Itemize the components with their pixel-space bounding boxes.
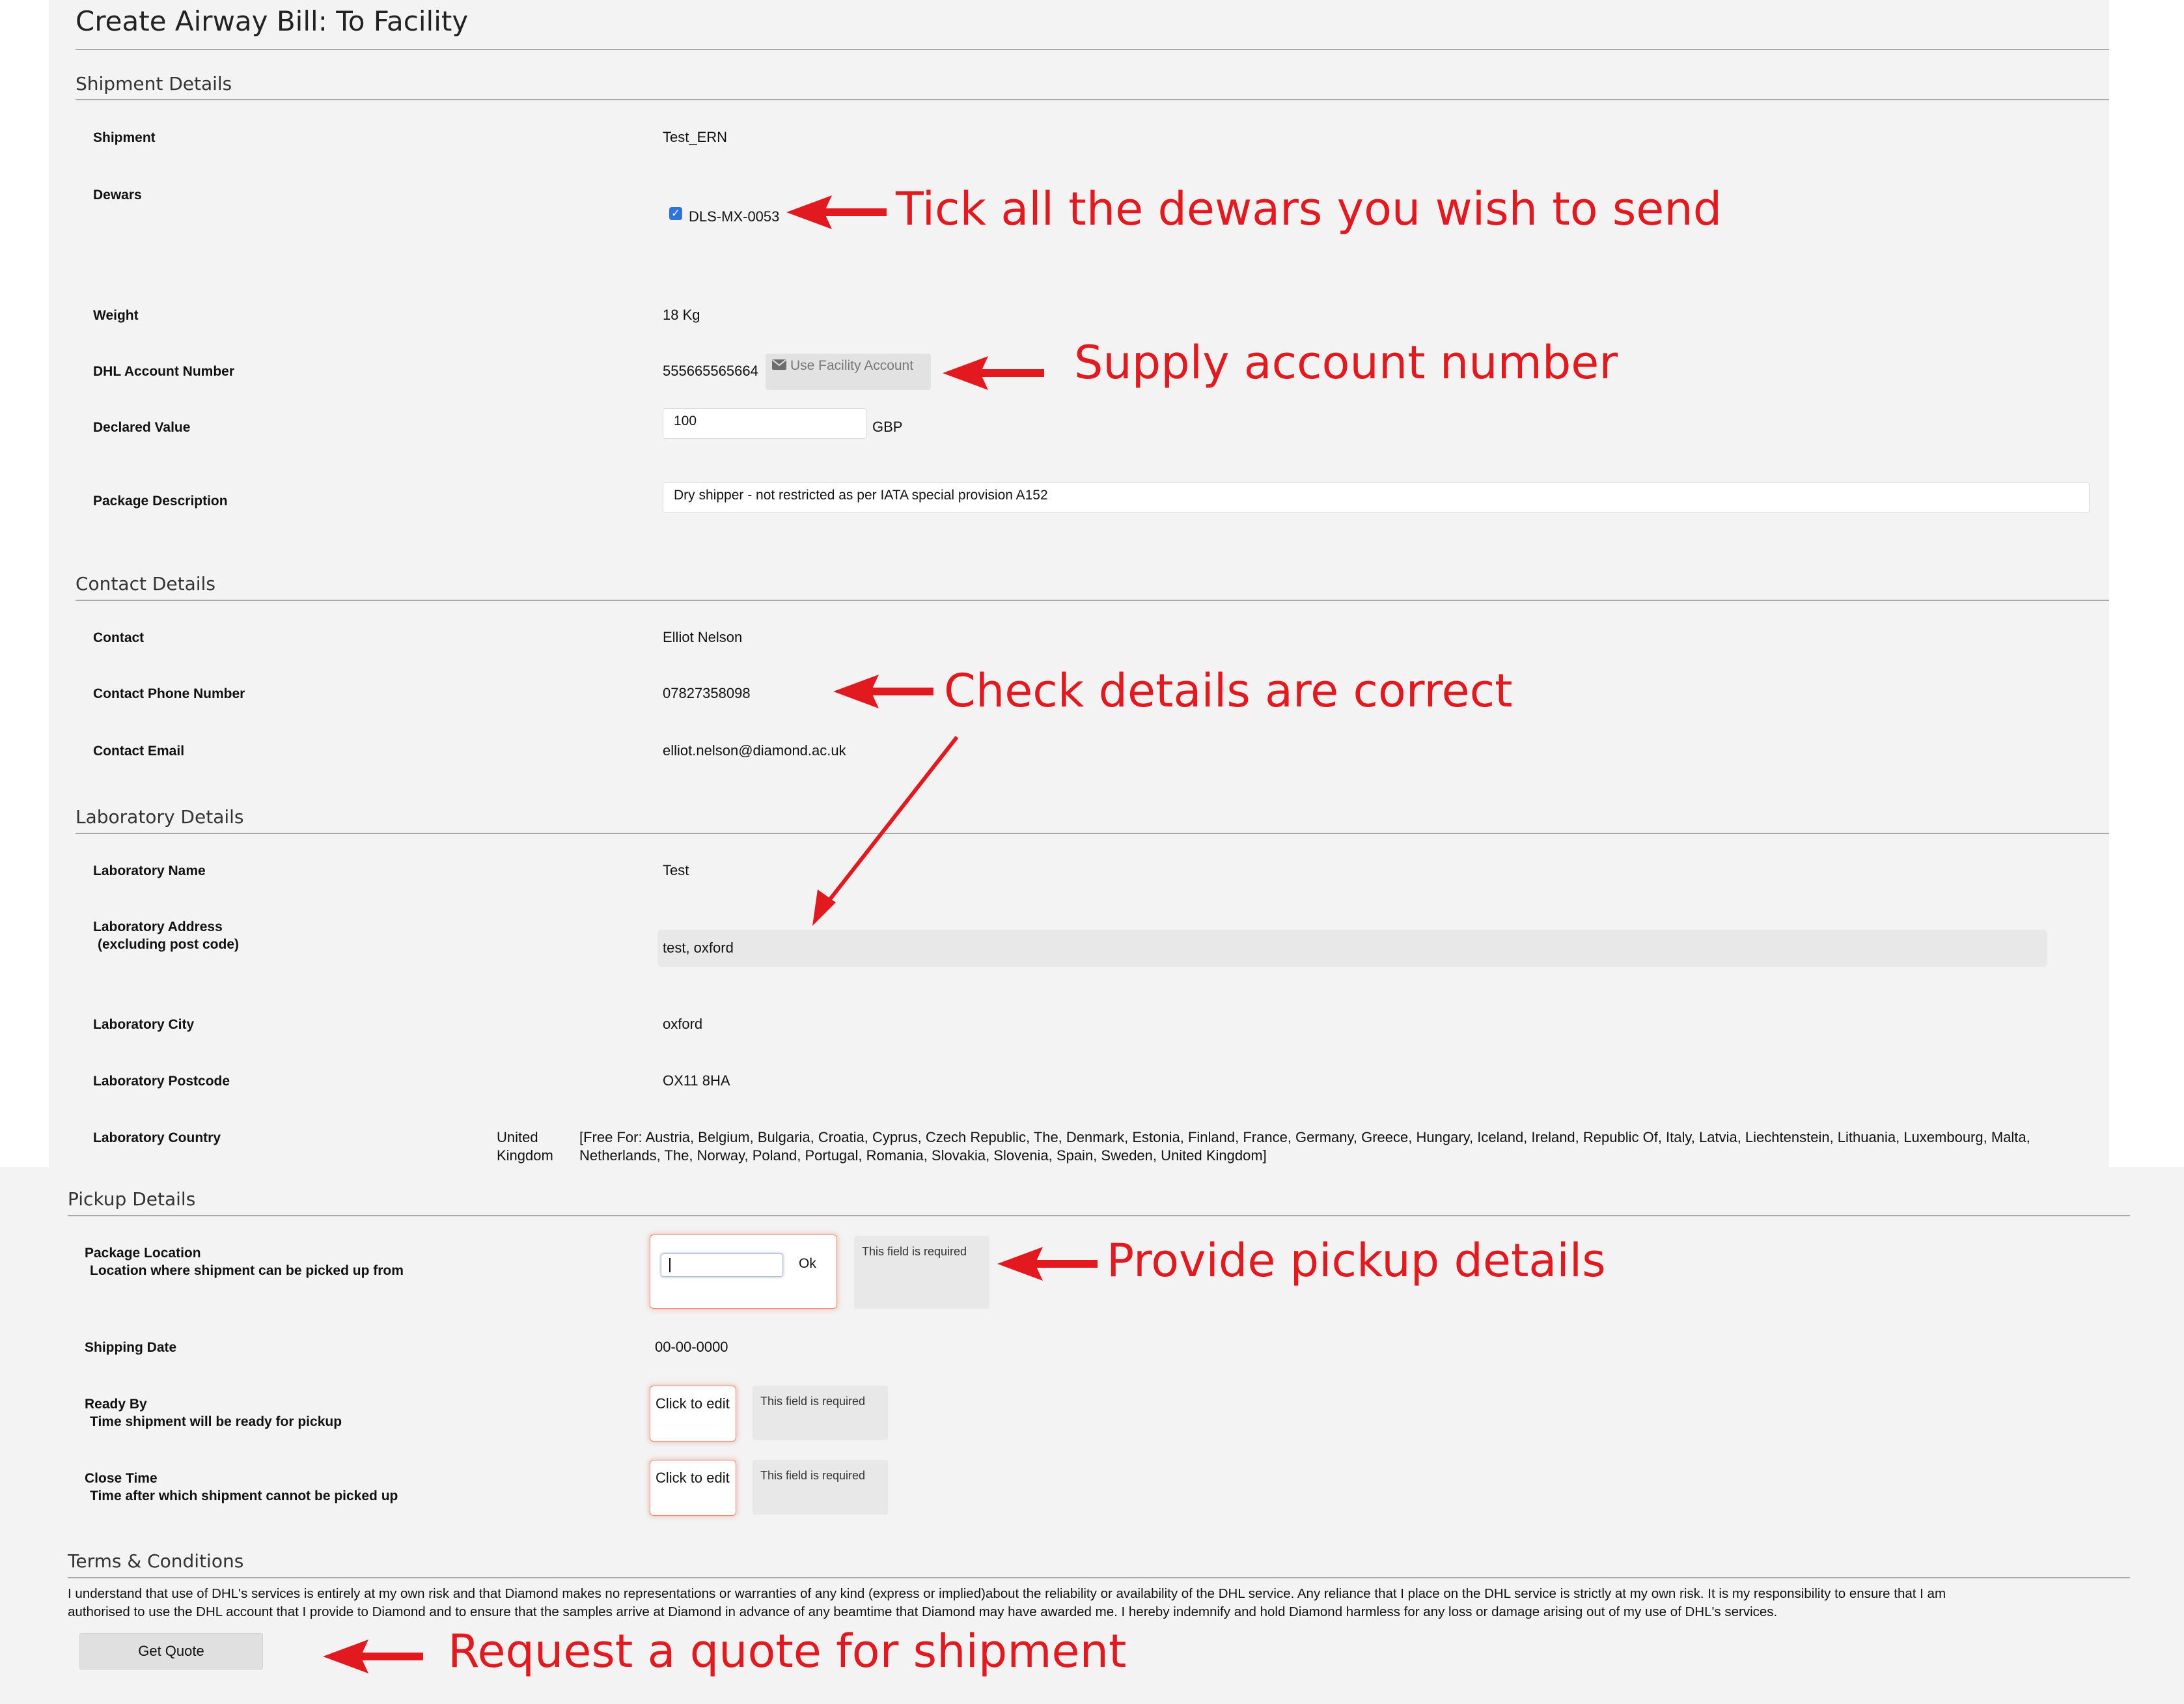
dewar-checkbox[interactable]: ✓ [669, 207, 682, 220]
contact-label: Contact [93, 630, 145, 645]
annotation-check-details: Check details are correct [944, 664, 1513, 718]
free-for-line-1: [Free For: Austria, Belgium, Bulgaria, C… [579, 1129, 2030, 1145]
laboratory-address-label-main: Laboratory Address [93, 919, 223, 934]
contact-phone-label: Contact Phone Number [93, 686, 245, 701]
annotation-pickup-details: Provide pickup details [1107, 1234, 1606, 1287]
country-line-2: Kingdom [497, 1147, 553, 1164]
section-title-terms: Terms & Conditions [68, 1550, 244, 1572]
laboratory-name-label: Laboratory Name [93, 863, 206, 878]
package-description-input[interactable]: Dry shipper - not restricted as per IATA… [663, 482, 2090, 513]
declared-value-input[interactable]: 100 [663, 408, 866, 439]
get-quote-button[interactable]: Get Quote [79, 1633, 263, 1669]
shipment-divider [76, 99, 2109, 100]
contact-value: Elliot Nelson [663, 629, 743, 645]
close-time-label: Close Time Time after which shipment can… [85, 1470, 398, 1505]
weight-value: 18 Kg [663, 307, 700, 323]
laboratory-address-sublabel: (excluding post code) [98, 937, 240, 952]
annotation-tick-dewars: Tick all the dewars you wish to send [896, 182, 1722, 236]
contact-email-label: Contact Email [93, 744, 185, 759]
annotation-supply-account: Supply account number [1074, 336, 1618, 389]
terms-divider [68, 1577, 2130, 1578]
package-location-required-tooltip: This field is required [854, 1236, 989, 1309]
dewars-label: Dewars [93, 188, 142, 203]
ready-by-required-tooltip: This field is required [753, 1386, 888, 1440]
dhl-account-value: 555665565664 [663, 363, 758, 379]
currency-label: GBP [872, 419, 903, 435]
free-for-line-2: Netherlands, The, Norway, Poland, Portug… [579, 1147, 1267, 1164]
ready-by-sublabel: Time shipment will be ready for pickup [90, 1414, 342, 1429]
ready-by-label: Ready By Time shipment will be ready for… [85, 1395, 342, 1431]
page-title: Create Airway Bill: To Facility [76, 5, 469, 37]
close-time-editor[interactable]: Click to edit [650, 1460, 736, 1516]
package-location-ok-button[interactable]: Ok [799, 1256, 816, 1272]
contact-divider [76, 600, 2109, 601]
shipping-date-label: Shipping Date [85, 1340, 177, 1355]
ready-by-label-main: Ready By [85, 1397, 147, 1412]
laboratory-city-value: oxford [663, 1016, 703, 1032]
package-location-editor: Ok [650, 1235, 837, 1309]
main-panel [49, 0, 2109, 1167]
contact-email-value: elliot.nelson@diamond.ac.uk [663, 742, 846, 759]
annotation-request-quote: Request a quote for shipment [448, 1625, 1127, 1678]
terms-line-2: authorised to use the DHL account that I… [68, 1604, 1778, 1619]
dhl-account-label: DHL Account Number [93, 364, 235, 379]
laboratory-address-field[interactable]: test, oxford [657, 930, 2047, 967]
envelope-icon [772, 356, 786, 376]
laboratory-postcode-label: Laboratory Postcode [93, 1074, 230, 1089]
laboratory-country-label: Laboratory Country [93, 1130, 221, 1145]
pickup-divider [68, 1215, 2130, 1216]
package-location-sublabel: Location where shipment can be picked up… [90, 1263, 404, 1278]
close-time-sublabel: Time after which shipment cannot be pick… [90, 1488, 398, 1503]
package-description-label: Package Description [93, 494, 228, 509]
dewar-name: DLS-MX-0053 [689, 208, 780, 225]
shipment-value: Test_ERN [663, 129, 728, 145]
laboratory-name-value: Test [663, 862, 689, 878]
country-line-1: United [497, 1129, 538, 1145]
package-location-label: Package Location Location where shipment… [85, 1244, 404, 1279]
shipment-label: Shipment [93, 130, 156, 145]
package-location-input[interactable] [661, 1253, 783, 1277]
shipping-date-value: 00-00-0000 [655, 1339, 728, 1355]
laboratory-postcode-value: OX11 8HA [663, 1072, 730, 1089]
section-title-pickup: Pickup Details [68, 1188, 196, 1210]
section-title-contact: Contact Details [76, 573, 215, 594]
terms-text: I understand that use of DHL's services … [68, 1585, 2177, 1621]
laboratory-country-value: United Kingdom [497, 1128, 553, 1165]
use-facility-account-label: Use Facility Account [790, 358, 914, 373]
laboratory-address-label: Laboratory Address (excluding post code) [93, 918, 239, 953]
ready-by-click-to-edit[interactable]: Click to edit [656, 1395, 730, 1412]
free-for-countries: [Free For: Austria, Belgium, Bulgaria, C… [579, 1128, 2096, 1165]
text-cursor [669, 1258, 670, 1272]
laboratory-city-label: Laboratory City [93, 1017, 195, 1032]
contact-phone-value: 07827358098 [663, 685, 751, 701]
section-title-laboratory: Laboratory Details [76, 806, 244, 828]
weight-label: Weight [93, 308, 139, 323]
declared-value-label: Declared Value [93, 420, 191, 435]
terms-line-1: I understand that use of DHL's services … [68, 1586, 1946, 1601]
close-time-required-tooltip: This field is required [753, 1460, 888, 1515]
close-time-label-main: Close Time [85, 1471, 158, 1486]
laboratory-divider [76, 833, 2109, 834]
close-time-click-to-edit[interactable]: Click to edit [656, 1470, 730, 1487]
package-location-label-main: Package Location [85, 1246, 201, 1261]
section-title-shipment: Shipment Details [76, 73, 232, 94]
ready-by-editor[interactable]: Click to edit [650, 1386, 736, 1442]
use-facility-account-button[interactable]: Use Facility Account [766, 354, 931, 390]
title-divider [76, 49, 2109, 50]
